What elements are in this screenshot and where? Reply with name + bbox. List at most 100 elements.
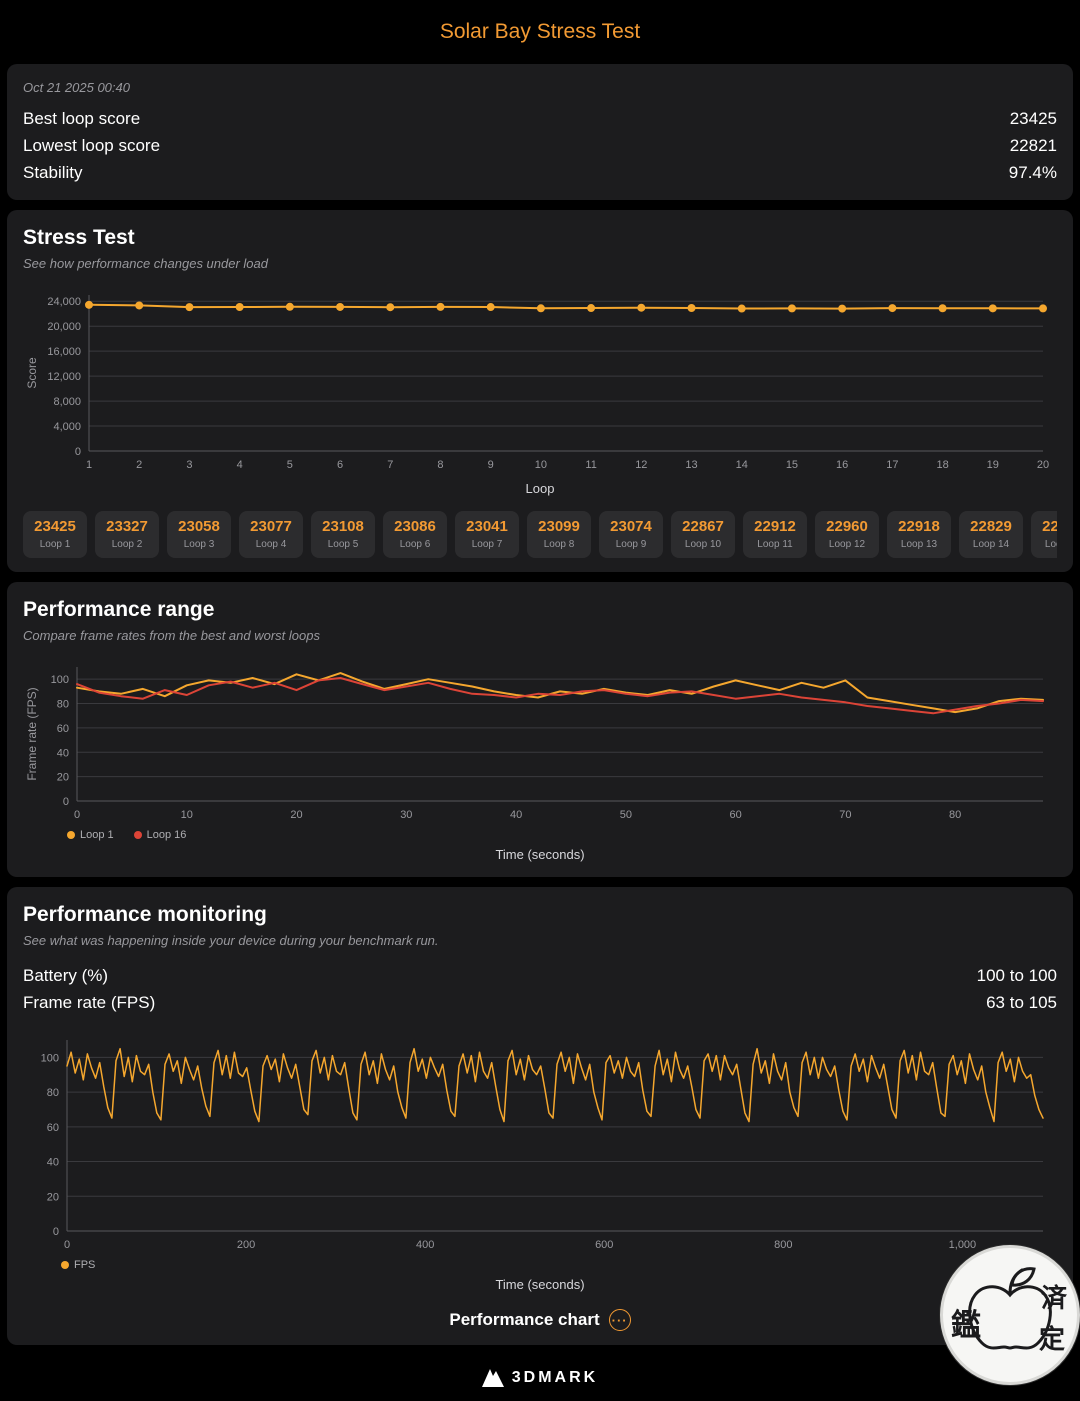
section-subtitle: See what was happening inside your devic… xyxy=(23,933,439,948)
loop-chip: 23099 Loop 8 xyxy=(527,511,591,558)
stress-chart: 0 4,000 8,000 12,000 16,000 20,000 24,000 1 2 3 4 5… xyxy=(23,285,1057,475)
loop-chip-score: 23425 xyxy=(34,518,76,535)
loop-chip-score: 23099 xyxy=(538,518,580,535)
svg-text:80: 80 xyxy=(57,699,69,711)
svg-text:400: 400 xyxy=(416,1239,434,1251)
legend-label: Loop 16 xyxy=(146,829,187,841)
x-axis-title: Time (seconds) xyxy=(495,1277,585,1292)
svg-text:10: 10 xyxy=(181,809,193,821)
loop-chip-label: Loop 1 xyxy=(39,539,71,550)
svg-text:6: 6 xyxy=(337,459,343,471)
loop-chip: 23077 Loop 4 xyxy=(239,511,303,558)
performance-chart-button[interactable]: Performance chart ··· xyxy=(23,1309,1057,1331)
svg-text:Score: Score xyxy=(25,357,39,389)
svg-text:60: 60 xyxy=(57,723,69,735)
summary-label: Best loop score xyxy=(23,109,141,128)
legend-dot-icon xyxy=(133,831,142,839)
section-subtitle: See how performance changes under load xyxy=(23,256,268,271)
footer: 3DMARK xyxy=(0,1355,1080,1401)
ellipsis-icon[interactable]: ··· xyxy=(608,1309,631,1331)
monitoring-value: 63 to 105 xyxy=(986,993,1057,1012)
svg-text:60: 60 xyxy=(47,1122,59,1134)
summary-value: 23425 xyxy=(1009,109,1057,128)
loop-chip-score: 22960 xyxy=(826,518,868,535)
svg-text:18: 18 xyxy=(936,459,948,471)
svg-text:70: 70 xyxy=(839,809,851,821)
svg-text:40: 40 xyxy=(47,1157,59,1169)
run-date: Oct 21 2025 00:40 xyxy=(23,80,130,95)
svg-text:80: 80 xyxy=(949,809,961,821)
loop-chip-label: Loop 3 xyxy=(183,539,215,550)
svg-text:60: 60 xyxy=(730,809,742,821)
svg-text:7: 7 xyxy=(387,459,393,471)
loop-chip-score: 23327 xyxy=(106,518,148,535)
svg-text:600: 600 xyxy=(595,1239,613,1251)
summary-row: Stability 97.4% xyxy=(23,159,1057,186)
monitoring-value: 100 to 100 xyxy=(976,966,1057,985)
page: Solar Bay Stress Test Oct 21 2025 00:40 … xyxy=(0,0,1080,1401)
chart-svg: 0 20 40 60 80 100 0 10 20 30 40 50 60 70 80 Frame rate … xyxy=(25,667,1044,821)
section-title: Performance monitoring xyxy=(23,903,267,926)
svg-text:8: 8 xyxy=(437,459,443,471)
loop-chip: 22912 Loop 11 xyxy=(743,511,807,558)
svg-text:16,000: 16,000 xyxy=(47,346,81,358)
svg-text:24,000: 24,000 xyxy=(47,296,81,308)
chart-svg: 04,0008,00012,00016,00020,00024,0001 2 3 4 5… xyxy=(25,295,1049,471)
summary-label: Stability xyxy=(23,163,83,182)
loop-chip-label: Loop 7 xyxy=(471,539,503,550)
loop-chip-label: Loop 15 xyxy=(1044,539,1057,550)
loop-chip-label: Loop 4 xyxy=(255,539,287,550)
summary-value: 97.4% xyxy=(1008,163,1057,182)
svg-text:13: 13 xyxy=(685,459,697,471)
svg-text:20: 20 xyxy=(57,772,69,784)
svg-text:15: 15 xyxy=(786,459,798,471)
summary-label: Lowest loop score xyxy=(23,136,161,155)
svg-text:17: 17 xyxy=(886,459,898,471)
watermark-char: 定 xyxy=(1038,1324,1065,1354)
legend-item: Loop 1 xyxy=(67,829,114,841)
watermark-char: 鑑 xyxy=(951,1309,981,1342)
loop-chip: 23327 Loop 2 xyxy=(95,511,159,558)
loop-chip-label: Loop 8 xyxy=(543,539,575,550)
3dmark-logo-icon xyxy=(481,1369,504,1387)
svg-text:0: 0 xyxy=(53,1226,59,1238)
loop-chip-score: 23086 xyxy=(394,518,436,535)
loop-chips-row[interactable]: 23425 Loop 1 23327 Loop 2 23058 Loop 3 2… xyxy=(23,511,1057,558)
header: Solar Bay Stress Test xyxy=(0,0,1080,64)
section-title: Performance range xyxy=(23,598,215,621)
legend-label: Loop 1 xyxy=(80,829,114,841)
loop-chip: 22867 Loop 10 xyxy=(671,511,735,558)
loop-chip-label: Loop 14 xyxy=(972,539,1010,550)
svg-text:19: 19 xyxy=(987,459,999,471)
svg-text:12,000: 12,000 xyxy=(47,371,81,383)
loop-chip-score: 22829 xyxy=(970,518,1012,535)
loop-chip: 23108 Loop 5 xyxy=(311,511,375,558)
svg-text:Frame rate (FPS): Frame rate (FPS) xyxy=(25,687,39,780)
svg-text:50: 50 xyxy=(620,809,632,821)
certification-watermark: 鑑 済 定 xyxy=(940,1245,1080,1385)
section-title: Stress Test xyxy=(23,226,135,249)
performance-range-chart: 0 20 40 60 80 100 0 10 20 30 40 50 60 70 80 Frame rate … xyxy=(23,657,1057,825)
loop-chip-score: 23108 xyxy=(322,518,364,535)
chart-legend: Loop 1 Loop 16 xyxy=(67,829,1057,841)
svg-text:16: 16 xyxy=(836,459,848,471)
loop-chip: 22918 Loop 13 xyxy=(887,511,951,558)
summary-row: Best loop score 23425 xyxy=(23,105,1057,132)
svg-text:100: 100 xyxy=(41,1052,59,1064)
loop-chip-label: Loop 12 xyxy=(828,539,866,550)
loop-chip: 23058 Loop 3 xyxy=(167,511,231,558)
monitoring-label: Frame rate (FPS) xyxy=(23,993,156,1012)
x-axis-title: Loop xyxy=(525,481,555,496)
loop-chip: 22829 Loop 14 xyxy=(959,511,1023,558)
svg-text:20: 20 xyxy=(47,1191,59,1203)
chart-svg: 0 20 40 60 80 100 0 200 400 600 800 1,000 xyxy=(41,1040,1044,1251)
loop-chip: 23425 Loop 1 xyxy=(23,511,87,558)
svg-text:800: 800 xyxy=(774,1239,792,1251)
stress-test-card: Stress Test See how performance changes … xyxy=(7,210,1073,572)
svg-text:10: 10 xyxy=(535,459,547,471)
svg-text:12: 12 xyxy=(635,459,647,471)
loop-chip-score: 23041 xyxy=(466,518,508,535)
svg-text:0: 0 xyxy=(63,796,69,808)
footer-logo-text: 3DMARK xyxy=(511,1369,599,1386)
performance-range-card: Performance range Compare frame rates fr… xyxy=(7,582,1073,877)
